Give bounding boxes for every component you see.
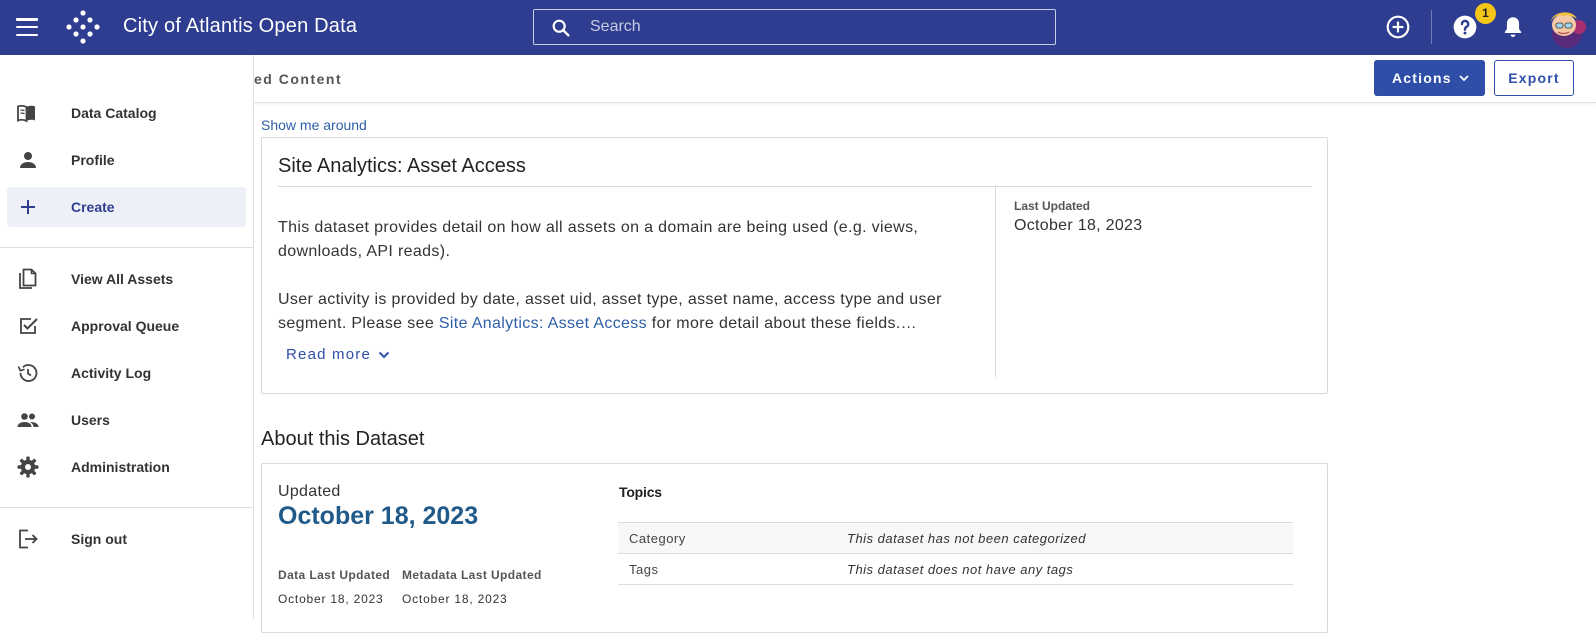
data-last-updated-value: October 18, 2023 [278, 592, 384, 606]
sidebar-item-label: Profile [71, 152, 115, 168]
menu-icon[interactable] [14, 15, 40, 39]
topic-value: This dataset does not have any tags [847, 553, 1293, 585]
sidebar-item-label: Approval Queue [71, 318, 180, 334]
add-circle-icon[interactable] [1385, 14, 1411, 40]
checkbox-icon [20, 318, 38, 334]
sidebar-item-label: Data Catalog [71, 105, 157, 121]
sidebar-item-label: Sign out [71, 531, 127, 547]
read-more-label: Read more [286, 346, 372, 363]
search-box [533, 9, 1056, 45]
sign-out-icon [19, 529, 38, 549]
gear-icon [17, 456, 39, 478]
logo-icon[interactable] [64, 9, 102, 47]
description-paragraph: User activity is provided by date, asset… [278, 288, 978, 336]
topic-key: Category [618, 522, 847, 554]
last-updated-value: October 18, 2023 [1014, 217, 1143, 234]
actions-button[interactable]: Actions [1374, 60, 1485, 96]
description-text: for more detail about these fields.… [647, 315, 917, 332]
sidebar-item-administration[interactable]: Administration [7, 447, 246, 487]
description-paragraph: This dataset provides detail on how all … [278, 219, 919, 260]
topics-title: Topics [619, 484, 662, 500]
help-icon[interactable] [1452, 14, 1478, 40]
read-more-button[interactable]: Read more [286, 346, 391, 363]
sidebar-item-label: Activity Log [71, 365, 152, 381]
data-last-updated-label: Data Last Updated [278, 568, 391, 582]
sidebar-item-label: Users [71, 412, 110, 428]
avatar[interactable] [1543, 5, 1589, 51]
about-dataset-card: Updated October 18, 2023 Data Last Updat… [261, 463, 1328, 633]
table-row: Tags This dataset does not have any tags [618, 553, 1293, 585]
chevron-down-icon [1459, 75, 1469, 82]
sidebar-item-create[interactable]: Create [7, 187, 246, 227]
metadata-last-updated-value: October 18, 2023 [402, 592, 508, 606]
sidebar-item-label: Administration [71, 459, 170, 475]
sidebar-item-data-catalog[interactable]: Data Catalog [7, 93, 246, 133]
metadata-last-updated-label: Metadata Last Updated [402, 568, 542, 582]
sidebar-item-profile[interactable]: Profile [7, 140, 246, 180]
sidebar-item-label: View All Assets [71, 271, 174, 287]
about-section-title: About this Dataset [261, 428, 425, 450]
sidebar-item-sign-out[interactable]: Sign out [7, 519, 246, 559]
person-icon [20, 152, 36, 168]
topic-value: This dataset has not been categorized [847, 522, 1293, 554]
search-input[interactable] [590, 10, 1040, 44]
toolbar-divider [1431, 10, 1432, 44]
top-bar: City of Atlantis Open Data 1 [0, 0, 1596, 55]
bell-icon[interactable] [1500, 14, 1526, 40]
actions-button-label: Actions [1392, 70, 1452, 86]
chevron-down-icon [378, 351, 390, 358]
topics-table: Category This dataset has not been categ… [618, 522, 1293, 585]
last-updated-label: Last Updated [1014, 199, 1091, 213]
dataset-link[interactable]: Site Analytics: Asset Access [439, 315, 647, 332]
dataset-title: Site Analytics: Asset Access [278, 155, 526, 177]
topic-key: Tags [618, 553, 847, 585]
people-icon [17, 413, 39, 427]
sidebar-divider [0, 507, 254, 508]
table-row: Category This dataset has not been categ… [618, 522, 1293, 554]
notification-badge: 1 [1475, 3, 1496, 24]
sidebar-item-users[interactable]: Users [7, 400, 246, 440]
dataset-summary-card: Site Analytics: Asset Access This datase… [261, 137, 1328, 394]
history-icon [17, 364, 38, 382]
sidebar-divider [0, 247, 254, 248]
updated-label: Updated [278, 483, 341, 500]
breadcrumb[interactable]: ed Content [254, 71, 342, 87]
app-title[interactable]: City of Atlantis Open Data [123, 15, 357, 38]
show-me-around-link[interactable]: Show me around [261, 117, 367, 133]
documents-icon [19, 268, 37, 289]
sidebar: Data Catalog Profile Create View All Ass… [0, 55, 254, 619]
plus-icon [21, 200, 35, 214]
search-icon [552, 19, 570, 37]
sidebar-item-approval-queue[interactable]: Approval Queue [7, 306, 246, 346]
divider [995, 186, 996, 377]
sidebar-item-view-all-assets[interactable]: View All Assets [7, 259, 246, 299]
export-button[interactable]: Export [1494, 60, 1574, 96]
updated-value: October 18, 2023 [278, 502, 479, 530]
book-icon [17, 104, 35, 123]
divider [278, 186, 1312, 187]
sidebar-item-label: Create [71, 199, 115, 215]
sub-header: ed Content Actions Export [254, 55, 1596, 103]
sidebar-item-activity-log[interactable]: Activity Log [7, 353, 246, 393]
